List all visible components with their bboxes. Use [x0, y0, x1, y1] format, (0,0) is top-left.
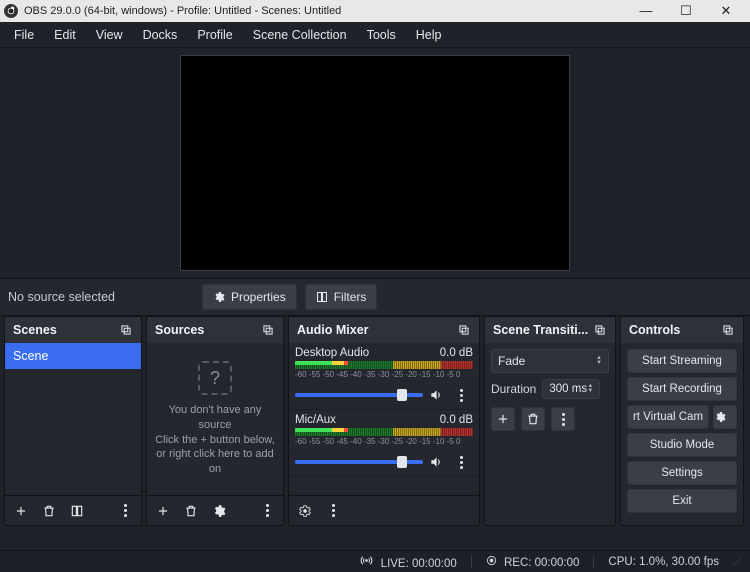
menu-help[interactable]: Help — [406, 24, 452, 46]
no-source-label: No source selected — [8, 290, 178, 304]
transition-add-button[interactable] — [491, 407, 515, 431]
channel-name: Desktop Audio — [295, 347, 369, 359]
transition-remove-button[interactable] — [521, 407, 545, 431]
broadcast-icon — [360, 554, 373, 567]
chevron-updown-icon: ▲▼ — [587, 384, 593, 394]
sources-dock: Sources ? You don't have any source Clic… — [146, 316, 284, 526]
menu-view[interactable]: View — [86, 24, 133, 46]
menu-file[interactable]: File — [4, 24, 44, 46]
popout-icon[interactable] — [721, 323, 735, 337]
sources-empty-text: or right click here to add on — [153, 447, 277, 477]
volume-slider[interactable] — [295, 393, 423, 397]
menu-profile[interactable]: Profile — [187, 24, 242, 46]
virtual-camera-button[interactable]: rt Virtual Cam — [627, 405, 709, 429]
source-add-button[interactable] — [151, 499, 175, 523]
controls-dock: Controls Start Streaming Start Recording… — [620, 316, 744, 526]
channel-level: 0.0 dB — [440, 347, 473, 359]
transition-value: Fade — [498, 354, 525, 368]
preview-canvas[interactable] — [180, 55, 570, 271]
sources-list[interactable]: ? You don't have any source Click the + … — [147, 343, 283, 495]
close-button[interactable]: ✕ — [714, 3, 738, 19]
start-recording-button[interactable]: Start Recording — [627, 377, 737, 401]
popout-icon[interactable] — [457, 323, 471, 337]
scene-filter-button[interactable] — [65, 499, 89, 523]
statusbar: LIVE: 00:00:00 REC: 00:00:00 CPU: 1.0%, … — [0, 550, 750, 572]
channel-level: 0.0 dB — [440, 414, 473, 426]
transition-select[interactable]: Fade ▲▼ — [491, 349, 609, 373]
filters-icon — [316, 291, 328, 303]
menu-tools[interactable]: Tools — [357, 24, 406, 46]
live-status: LIVE: 00:00:00 — [381, 558, 457, 570]
scene-menu-button[interactable] — [113, 499, 137, 523]
channel-name: Mic/Aux — [295, 414, 336, 426]
volume-meter — [295, 428, 473, 436]
db-scale: -60 -55 -50 -45 -40 -35 -30 -25 -20 -15 … — [295, 437, 473, 446]
scenes-title: Scenes — [13, 323, 57, 337]
audio-mixer-dock: Audio Mixer Desktop Audio 0.0 dB -60 -55… — [288, 316, 480, 526]
transitions-dock: Scene Transiti... Fade ▲▼ Duration 300 m… — [484, 316, 616, 526]
transitions-title: Scene Transiti... — [493, 323, 588, 337]
obs-app-icon — [4, 4, 18, 18]
source-menu-button[interactable] — [255, 499, 279, 523]
mixer-menu-button[interactable] — [321, 499, 345, 523]
volume-meter — [295, 361, 473, 369]
mixer-advanced-button[interactable] — [293, 499, 317, 523]
titlebar: OBS 29.0.0 (64-bit, windows) - Profile: … — [0, 0, 750, 22]
preview-area — [0, 48, 750, 278]
filters-button[interactable]: Filters — [305, 284, 378, 310]
popout-icon[interactable] — [261, 323, 275, 337]
volume-slider[interactable] — [295, 460, 423, 464]
properties-button[interactable]: Properties — [202, 284, 297, 310]
gear-icon — [213, 291, 225, 303]
context-toolbar: No source selected Properties Filters — [0, 278, 750, 316]
channel-menu-button[interactable] — [449, 450, 473, 474]
scene-add-button[interactable] — [9, 499, 33, 523]
virtual-camera-settings-button[interactable] — [713, 405, 737, 429]
menu-scene-collection[interactable]: Scene Collection — [243, 24, 357, 46]
window-title: OBS 29.0.0 (64-bit, windows) - Profile: … — [24, 5, 634, 17]
settings-button[interactable]: Settings — [627, 461, 737, 485]
sources-title: Sources — [155, 323, 204, 337]
minimize-button[interactable]: — — [634, 3, 658, 19]
maximize-button[interactable]: ☐ — [674, 3, 698, 19]
exit-button[interactable]: Exit — [627, 489, 737, 513]
popout-icon[interactable] — [593, 323, 607, 337]
duration-value: 300 ms — [549, 383, 587, 395]
resize-grip[interactable]: ⋰ — [733, 556, 740, 567]
rec-status: REC: 00:00:00 — [504, 557, 579, 569]
properties-label: Properties — [231, 290, 286, 304]
transition-menu-button[interactable] — [551, 407, 575, 431]
chevron-updown-icon: ▲▼ — [596, 356, 602, 366]
speaker-icon[interactable] — [429, 388, 443, 402]
record-icon — [486, 555, 497, 566]
source-remove-button[interactable] — [179, 499, 203, 523]
duration-spinner[interactable]: 300 ms ▲▼ — [542, 379, 600, 399]
speaker-icon[interactable] — [429, 455, 443, 469]
mixer-channel: Desktop Audio 0.0 dB -60 -55 -50 -45 -40… — [289, 343, 479, 410]
menu-docks[interactable]: Docks — [133, 24, 188, 46]
menu-edit[interactable]: Edit — [44, 24, 86, 46]
mixer-channel: Mic/Aux 0.0 dB -60 -55 -50 -45 -40 -35 -… — [289, 410, 479, 477]
menubar: File Edit View Docks Profile Scene Colle… — [0, 22, 750, 48]
mixer-title: Audio Mixer — [297, 323, 369, 337]
sources-empty-text: You don't have any source — [153, 403, 277, 433]
source-settings-button[interactable] — [207, 499, 231, 523]
sources-empty-text: Click the + button below, — [155, 433, 275, 448]
filters-label: Filters — [334, 290, 367, 304]
db-scale: -60 -55 -50 -45 -40 -35 -30 -25 -20 -15 … — [295, 370, 473, 379]
studio-mode-button[interactable]: Studio Mode — [627, 433, 737, 457]
docks: Scenes Scene Sources ? You don't have an… — [0, 316, 750, 526]
duration-label: Duration — [491, 382, 536, 396]
start-streaming-button[interactable]: Start Streaming — [627, 349, 737, 373]
scene-remove-button[interactable] — [37, 499, 61, 523]
help-placeholder-icon: ? — [198, 361, 232, 395]
controls-title: Controls — [629, 323, 680, 337]
cpu-status: CPU: 1.0%, 30.00 fps — [608, 556, 719, 568]
channel-menu-button[interactable] — [449, 383, 473, 407]
scenes-dock: Scenes Scene — [4, 316, 142, 526]
popout-icon[interactable] — [119, 323, 133, 337]
scenes-list[interactable]: Scene — [5, 343, 141, 495]
scene-item[interactable]: Scene — [5, 343, 141, 369]
